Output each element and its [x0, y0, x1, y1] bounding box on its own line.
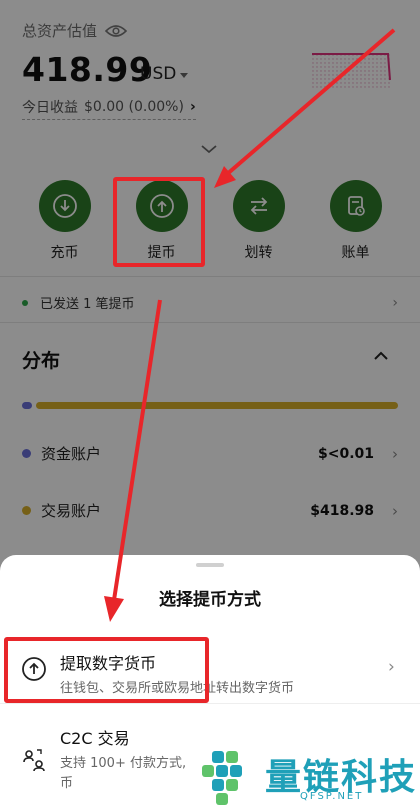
sheet-handle[interactable] — [196, 563, 224, 567]
annotation-box-crypto-option — [4, 637, 209, 703]
sheet-title: 选择提币方式 — [159, 590, 261, 610]
watermark-subtext: QFSP.NET — [300, 791, 364, 802]
divider — [0, 703, 420, 704]
annotation-box-withdraw — [113, 177, 205, 267]
option-subtitle-line2: 币 — [60, 776, 74, 791]
c2c-icon — [23, 749, 45, 772]
chevron-right-icon: › — [388, 657, 395, 677]
option-title: C2C 交易 — [60, 729, 130, 748]
watermark-logo-icon — [202, 751, 242, 805]
option-subtitle: 支持 100+ 付款方式, — [60, 756, 187, 771]
